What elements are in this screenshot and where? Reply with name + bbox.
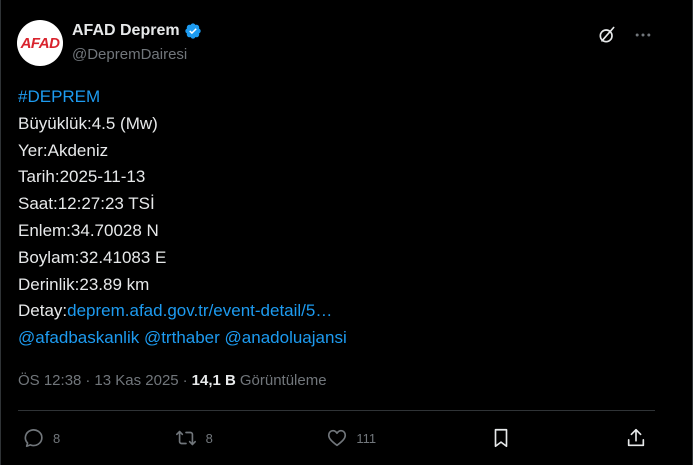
like-icon (328, 429, 347, 447)
detail-label: Detay: (18, 301, 68, 321)
avatar-logo-text: AFAD (20, 34, 60, 52)
share-button[interactable] (625, 427, 647, 449)
tweet-detail: AFAD AFAD Deprem @DepremDairesi #DEPREM … (0, 0, 693, 465)
repost-count: 8 (205, 430, 213, 446)
detail-line: Detay:deprem.afad.gov.tr/event-detail/5… (18, 298, 347, 325)
views-label: Görüntüleme (239, 372, 327, 389)
repost-icon (175, 430, 196, 446)
tweet-text: #DEPREM Büyüklük:4.5 (Mw) Yer:Akdeniz Ta… (18, 84, 347, 352)
reply-icon (24, 429, 43, 448)
author-handle[interactable]: @DepremDairesi (72, 46, 187, 63)
mentions-line: @afadbaskanlik @trthaber @anadoluajansi (18, 325, 347, 352)
tweet-meta: ÖS 12:38 · 13 Kas 2025 · 14,1 B Görüntül… (18, 372, 327, 389)
like-button[interactable]: 111 (326, 427, 376, 449)
views-count: 14,1 B (191, 372, 236, 389)
author-display-name[interactable]: AFAD Deprem (72, 22, 180, 40)
info-line-longitude: Boylam:32.41083 E (18, 247, 167, 267)
reply-count: 8 (53, 430, 61, 446)
detail-link[interactable]: deprem.afad.gov.tr/event-detail/5… (67, 301, 332, 320)
mention-link[interactable]: @anadoluajansi (225, 328, 347, 347)
like-count: 111 (356, 430, 377, 446)
info-line-time: Saat:12:27:23 TSİ (18, 194, 155, 214)
more-icon[interactable] (632, 24, 654, 46)
hashtag-link[interactable]: #DEPREM (18, 84, 347, 111)
meta-separator: · (182, 372, 188, 389)
grok-icon[interactable] (596, 24, 618, 46)
top-actions (596, 24, 654, 46)
action-bar: 8 8 111 (23, 426, 647, 450)
info-line-date: Tarih:2025-11-13 (18, 167, 146, 187)
verified-badge-icon (184, 22, 202, 40)
post-date[interactable]: 13 Kas 2025 (94, 372, 178, 389)
repost-button[interactable]: 8 (174, 427, 213, 449)
bookmark-icon (494, 428, 507, 448)
post-time[interactable]: ÖS 12:38 (18, 372, 81, 389)
info-line-location: Yer:Akdeniz (18, 140, 109, 160)
bookmark-button[interactable] (490, 427, 512, 449)
info-line-magnitude: Büyüklük:4.5 (Mw) (18, 113, 158, 133)
share-icon (627, 428, 645, 447)
avatar[interactable]: AFAD (17, 20, 63, 66)
mention-link[interactable]: @trthaber (144, 328, 220, 347)
meta-separator: · (85, 372, 91, 389)
info-line-latitude: Enlem:34.70028 N (18, 220, 159, 240)
reply-button[interactable]: 8 (23, 427, 60, 449)
author-name-row: AFAD Deprem (72, 22, 202, 40)
info-line-depth: Derinlik:23.89 km (18, 274, 150, 294)
mention-link[interactable]: @afadbaskanlik (18, 328, 139, 347)
divider (18, 410, 655, 411)
